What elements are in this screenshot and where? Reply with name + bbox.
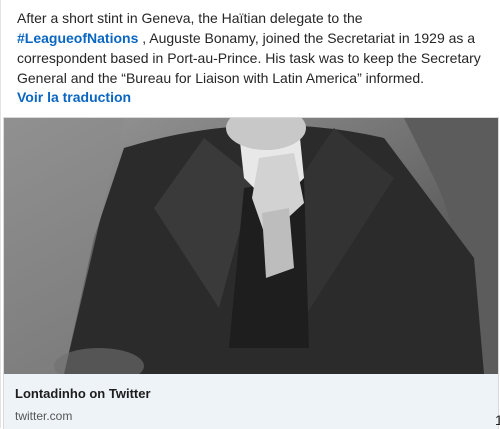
hashtag-link[interactable]: #LeagueofNations <box>17 30 138 46</box>
card-domain: twitter.com <box>15 409 73 423</box>
translate-link[interactable]: Voir la traduction <box>17 89 131 105</box>
preview-photo[interactable] <box>4 118 498 374</box>
post-body-text: After a short stint in Geneva, the Haïti… <box>17 8 487 88</box>
link-preview-card[interactable]: Lontadinho on Twitter twitter.com <box>3 117 499 429</box>
card-meta[interactable]: Lontadinho on Twitter twitter.com <box>4 374 498 429</box>
post-text-before: After a short stint in Geneva, the Haïti… <box>17 10 363 26</box>
edge-character: 1 <box>495 412 500 428</box>
card-title[interactable]: Lontadinho on Twitter <box>15 386 151 401</box>
feed-post: After a short stint in Geneva, the Haïti… <box>0 0 500 429</box>
portrait-image <box>4 118 498 374</box>
